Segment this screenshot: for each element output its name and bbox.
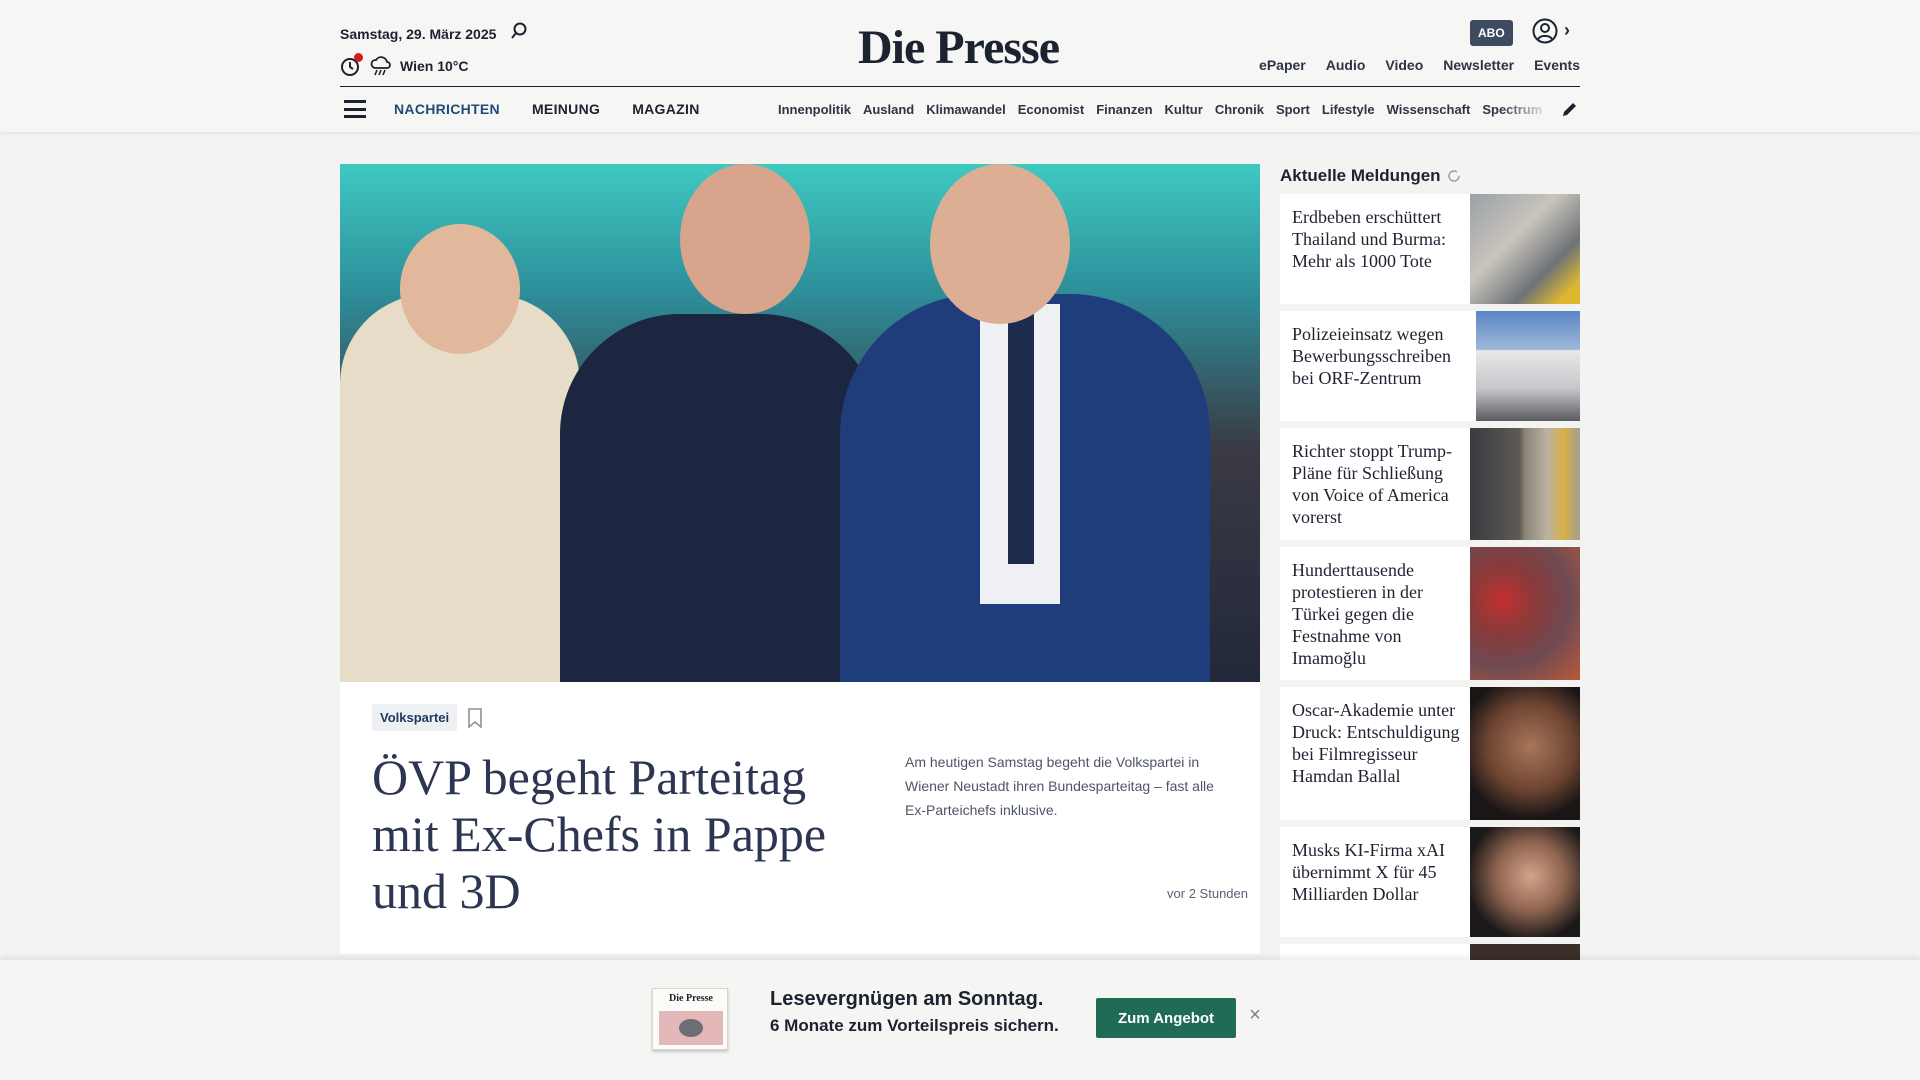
main-nav-items: NACHRICHTEN MEINUNG MAGAZIN bbox=[394, 101, 700, 117]
news-item-title: Richter stoppt Trump-Pläne für Schließun… bbox=[1292, 441, 1453, 527]
subnav-chronik[interactable]: Chronik bbox=[1215, 102, 1264, 117]
subnav-fade bbox=[1500, 96, 1550, 124]
pencil-icon[interactable] bbox=[1561, 100, 1579, 118]
top-links: ePaper Audio Video Newsletter Events bbox=[1259, 57, 1580, 73]
news-item-thumbnail bbox=[1470, 687, 1580, 820]
toplink-epaper[interactable]: ePaper bbox=[1259, 57, 1306, 73]
photo-figure bbox=[560, 314, 880, 682]
sidebar-title: Aktuelle Meldungen bbox=[1280, 164, 1580, 188]
newspaper-thumbnail: Die Presse bbox=[652, 988, 728, 1050]
weather-text: Wien 10°C bbox=[400, 58, 469, 74]
news-list-item[interactable]: Polizeieinsatz wegen Bewerbungsschreiben… bbox=[1280, 311, 1580, 421]
photo-figure bbox=[1008, 314, 1034, 564]
main-navigation: NACHRICHTEN MEINUNG MAGAZIN Innenpolitik… bbox=[340, 86, 1580, 132]
subnav-ausland[interactable]: Ausland bbox=[863, 102, 914, 117]
news-item-thumbnail bbox=[1470, 194, 1580, 304]
search-icon[interactable] bbox=[510, 22, 528, 40]
user-account-icon[interactable] bbox=[1532, 18, 1558, 44]
close-icon[interactable]: × bbox=[1246, 1005, 1264, 1025]
nav-magazin[interactable]: MAGAZIN bbox=[632, 101, 699, 117]
sub-nav-items: Innenpolitik Ausland Klimawandel Economi… bbox=[778, 102, 1548, 117]
subnav-innenpolitik[interactable]: Innenpolitik bbox=[778, 102, 851, 117]
bookmark-icon[interactable] bbox=[467, 707, 483, 728]
site-header: Samstag, 29. März 2025 Wien 10°C Die Pre… bbox=[0, 0, 1920, 132]
lead-article[interactable]: Volkspartei ÖVP begeht Parteitag mit Ex-… bbox=[340, 164, 1260, 954]
promo-headline: Lesevergnügen am Sonntag. bbox=[770, 988, 1044, 1010]
weather-widget[interactable]: Wien 10°C bbox=[340, 53, 469, 77]
article-tag-row: Volkspartei bbox=[372, 704, 483, 731]
news-item-title: Erdbeben erschüttert Thailand und Burma:… bbox=[1292, 207, 1446, 271]
photo-figure bbox=[680, 164, 810, 314]
nav-meinung[interactable]: MEINUNG bbox=[532, 101, 600, 117]
subscription-promo-bar: Die Presse Lesevergnügen am Sonntag. 6 M… bbox=[0, 960, 1920, 1080]
subnav-finanzen[interactable]: Finanzen bbox=[1096, 102, 1152, 117]
rain-cloud-icon bbox=[370, 56, 391, 76]
news-item-title: Musks KI-Firma xAI übernimmt X für 45 Mi… bbox=[1292, 840, 1445, 904]
latest-news-sidebar: Aktuelle Meldungen bbox=[1280, 164, 1580, 188]
news-item-title: Hunderttausende protestieren in der Türk… bbox=[1292, 560, 1423, 668]
chevron-right-icon[interactable]: › bbox=[1564, 20, 1570, 41]
photo-figure bbox=[930, 164, 1070, 324]
weather-alert-icon[interactable] bbox=[340, 53, 363, 77]
hamburger-menu-icon[interactable] bbox=[344, 100, 366, 118]
subnav-lifestyle[interactable]: Lifestyle bbox=[1322, 102, 1375, 117]
toplink-events[interactable]: Events bbox=[1534, 57, 1580, 73]
subnav-kultur[interactable]: Kultur bbox=[1165, 102, 1203, 117]
header-inner: Samstag, 29. März 2025 Wien 10°C Die Pre… bbox=[340, 0, 1580, 132]
sidebar-title-text: Aktuelle Meldungen bbox=[1280, 166, 1441, 185]
lead-article-teaser: Am heutigen Samstag begeht die Volkspart… bbox=[905, 754, 1214, 818]
news-item-title: Oscar-Akademie unter Druck: Entschuldigu… bbox=[1292, 700, 1460, 786]
toplink-audio[interactable]: Audio bbox=[1326, 57, 1366, 73]
current-date: Samstag, 29. März 2025 bbox=[340, 26, 497, 42]
news-list-item[interactable]: Hunderttausende protestieren in der Türk… bbox=[1280, 547, 1580, 680]
subnav-wissenschaft[interactable]: Wissenschaft bbox=[1387, 102, 1471, 117]
alert-dot bbox=[354, 53, 363, 62]
article-category-tag[interactable]: Volkspartei bbox=[372, 704, 458, 731]
toplink-video[interactable]: Video bbox=[1385, 57, 1423, 73]
subnav-sport[interactable]: Sport bbox=[1276, 102, 1310, 117]
offer-button[interactable]: Zum Angebot bbox=[1096, 998, 1236, 1038]
subnav-economist[interactable]: Economist bbox=[1018, 102, 1084, 117]
abo-button[interactable]: ABO bbox=[1470, 20, 1513, 46]
news-item-thumbnail bbox=[1470, 428, 1580, 540]
news-item-thumbnail bbox=[1470, 827, 1580, 937]
subnav-klimawandel[interactable]: Klimawandel bbox=[926, 102, 1005, 117]
lead-article-image[interactable] bbox=[340, 164, 1260, 682]
photo-figure bbox=[400, 224, 520, 354]
toplink-newsletter[interactable]: Newsletter bbox=[1443, 57, 1514, 73]
nav-nachrichten[interactable]: NACHRICHTEN bbox=[394, 101, 500, 117]
newspaper-thumbnail-logo: Die Presse bbox=[669, 993, 713, 1004]
site-logo[interactable]: Die Presse bbox=[858, 20, 1060, 75]
news-list-item[interactable]: Musks KI-Firma xAI übernimmt X für 45 Mi… bbox=[1280, 827, 1580, 937]
lead-article-title[interactable]: ÖVP begeht Parteitag mit Ex-Chefs in Pap… bbox=[372, 749, 852, 920]
news-list-item[interactable]: Erdbeben erschüttert Thailand und Burma:… bbox=[1280, 194, 1580, 304]
news-list-item[interactable]: Richter stoppt Trump-Pläne für Schließun… bbox=[1280, 428, 1580, 540]
lead-article-body: Volkspartei ÖVP begeht Parteitag mit Ex-… bbox=[340, 682, 1260, 942]
news-item-thumbnail bbox=[1476, 311, 1580, 421]
lead-article-timestamp: vor 2 Stunden bbox=[1167, 886, 1248, 901]
news-list-item[interactable]: Oscar-Akademie unter Druck: Entschuldigu… bbox=[1280, 687, 1580, 820]
news-item-thumbnail bbox=[1470, 547, 1580, 680]
news-item-title: Polizeieinsatz wegen Bewerbungsschreiben… bbox=[1292, 324, 1451, 388]
promo-subline: 6 Monate zum Vorteilspreis sichern. bbox=[770, 1016, 1059, 1035]
newspaper-thumbnail-image bbox=[679, 1019, 703, 1037]
refresh-icon bbox=[1447, 170, 1460, 182]
